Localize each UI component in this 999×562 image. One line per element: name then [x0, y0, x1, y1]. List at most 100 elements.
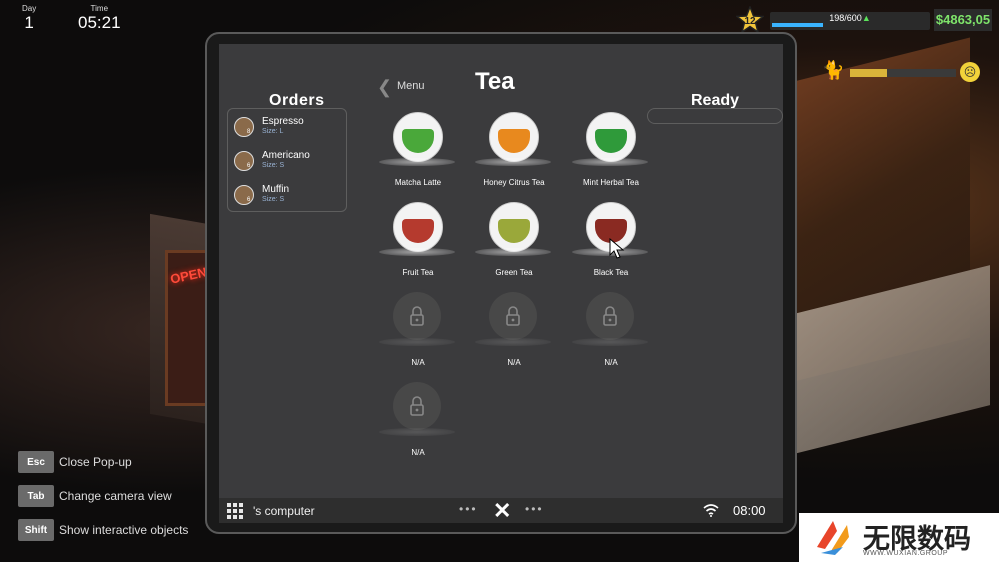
xp-bar: 198/600▲ — [770, 12, 930, 30]
menu-item[interactable]: Honey Citrus Tea — [469, 112, 559, 192]
day-counter: Day 1 — [22, 4, 36, 33]
back-to-menu-button[interactable]: Menu — [397, 80, 425, 92]
taskbar: 's computer ••• ✕ ••• 08:00 — [219, 498, 783, 523]
order-qty: 6 — [247, 163, 251, 169]
order-qty: 8 — [247, 129, 251, 135]
tablet-computer: Orders 8 Espresso Size: L 6 Americano Size: S… — [205, 32, 797, 534]
menu-item[interactable]: Green Tea — [469, 202, 559, 282]
item-label: Honey Citrus Tea — [483, 178, 545, 187]
unhappy-face-icon: ☹ — [960, 62, 980, 82]
order-name: Muffin — [262, 184, 290, 195]
day-value: 1 — [24, 13, 34, 32]
order-drink-icon — [234, 185, 254, 205]
hotkey-key: Tab — [18, 485, 54, 507]
time-display: Time 05:21 — [78, 4, 121, 33]
item-glow — [572, 338, 648, 346]
menu-item[interactable]: Matcha Latte — [373, 112, 463, 192]
hotkey-key: Esc — [18, 451, 54, 473]
locked-menu-item: N/A — [373, 382, 463, 462]
mouse-cursor-icon — [609, 238, 625, 259]
item-label: Black Tea — [593, 268, 629, 277]
xp-up-arrow-icon: ▲ — [861, 13, 871, 23]
item-glow — [379, 428, 455, 436]
watermark-logo-icon — [817, 521, 849, 555]
hotkey-label: Show interactive objects — [59, 523, 189, 537]
tablet-clock: 08:00 — [733, 503, 766, 518]
hotkey-row: Esc Close Pop-up — [18, 450, 188, 474]
item-glow — [379, 158, 455, 166]
day-label: Day — [22, 4, 37, 13]
drink-image — [586, 112, 636, 162]
hotkey-row: Shift Show interactive objects — [18, 518, 188, 542]
orders-list: 8 Espresso Size: L 6 Americano Size: S 6 Muffin… — [227, 108, 347, 212]
locked-menu-item: N/A — [373, 292, 463, 372]
watermark: 无限数码 WWW.WUXIAN.GROUP — [799, 513, 999, 562]
computer-name: 's computer — [253, 504, 315, 518]
menu-screen: Orders 8 Espresso Size: L 6 Americano Size: S… — [219, 44, 783, 498]
drink-image — [489, 202, 539, 252]
menu-item[interactable]: Fruit Tea — [373, 202, 463, 282]
customer-mood: 🐈 ☹ — [820, 60, 986, 86]
wifi-icon — [703, 504, 719, 517]
item-label: N/A — [411, 448, 425, 457]
back-chevron-icon[interactable]: ❮ — [377, 77, 392, 98]
player-status: 12 198/600▲ $4863,05 — [732, 4, 996, 34]
item-label: Mint Herbal Tea — [583, 178, 639, 187]
item-image — [393, 382, 441, 430]
order-item[interactable]: 8 Espresso Size: L — [234, 113, 344, 141]
item-image — [393, 292, 441, 340]
hotkey-row: Tab Change camera view — [18, 484, 188, 508]
item-glow — [475, 338, 551, 346]
hotkey-hints: Esc Close Pop-up Tab Change camera view Shif… — [18, 450, 188, 552]
category-title: Tea — [475, 68, 515, 95]
item-glow — [475, 158, 551, 166]
lock-icon — [603, 306, 617, 326]
order-item[interactable]: 6 Muffin Size: S — [234, 181, 344, 209]
time-label: Time — [90, 4, 109, 13]
locked-menu-item: N/A — [566, 292, 656, 372]
item-label: Matcha Latte — [394, 178, 442, 187]
item-label: Fruit Tea — [402, 268, 434, 277]
drink-image — [393, 112, 443, 162]
money-display: $4863,05 — [934, 9, 992, 31]
ready-list — [647, 108, 783, 124]
xp-text: 198/600▲ — [829, 13, 871, 23]
watermark-text-en: WWW.WUXIAN.GROUP — [863, 550, 948, 557]
order-qty: 6 — [247, 197, 251, 203]
order-name: Espresso — [262, 116, 304, 127]
item-glow — [572, 158, 648, 166]
order-size: Size: S — [262, 196, 285, 203]
order-size: Size: L — [262, 128, 284, 135]
item-glow — [475, 248, 551, 256]
lock-icon — [506, 306, 520, 326]
mood-bar — [850, 69, 956, 77]
hotkey-label: Close Pop-up — [59, 455, 132, 469]
lock-icon — [410, 396, 424, 416]
svg-text:12: 12 — [744, 16, 756, 27]
drink-image — [393, 202, 443, 252]
order-drink-icon — [234, 151, 254, 171]
item-label: N/A — [604, 358, 618, 367]
item-label: N/A — [411, 358, 425, 367]
item-image — [586, 292, 634, 340]
item-glow — [379, 248, 455, 256]
cat-icon: 🐈 — [822, 60, 845, 80]
apps-grid-icon[interactable] — [227, 503, 243, 519]
drink-image — [489, 112, 539, 162]
item-image — [489, 292, 537, 340]
order-name: Americano — [262, 150, 310, 161]
order-drink-icon — [234, 117, 254, 137]
order-size: Size: S — [262, 162, 285, 169]
menu-item[interactable]: Mint Herbal Tea — [566, 112, 656, 192]
level-star-icon: 12 — [736, 6, 764, 34]
dots-right-icon: ••• — [525, 502, 544, 516]
order-item[interactable]: 6 Americano Size: S — [234, 147, 344, 175]
dots-left-icon: ••• — [459, 502, 478, 516]
time-value: 05:21 — [78, 13, 121, 32]
item-label: N/A — [507, 358, 521, 367]
close-icon[interactable]: ✕ — [493, 498, 511, 524]
hotkey-label: Change camera view — [59, 489, 172, 503]
item-label: Green Tea — [495, 268, 533, 277]
hotkey-key: Shift — [18, 519, 54, 541]
locked-menu-item: N/A — [469, 292, 559, 372]
